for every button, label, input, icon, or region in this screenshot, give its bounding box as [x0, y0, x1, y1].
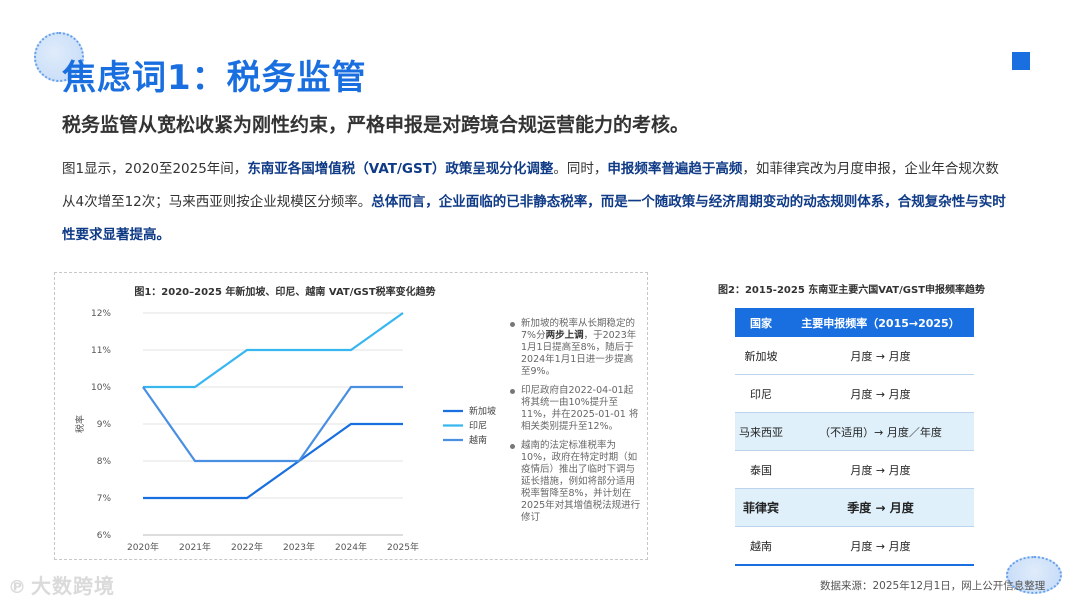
frequency-cell: 月度 → 月度 — [787, 526, 974, 566]
note-indonesia: 印尼政府自2022-04-01起将其统一由10%提升至11%，并在2025-01… — [507, 385, 642, 433]
table-header-frequency: 主要申报频率（2015→2025） — [787, 308, 974, 337]
y-tick-label: 8% — [97, 457, 112, 467]
decorative-square — [1012, 52, 1030, 70]
frequency-cell: （不适用）→ 月度／年度 — [787, 412, 974, 451]
x-tick-label: 2020年 — [127, 541, 159, 553]
legend-label: 新加坡 — [469, 405, 496, 417]
table-row: 泰国 月度 → 月度 — [735, 450, 974, 489]
note-highlight: 两步上调 — [545, 330, 584, 341]
y-tick-label: 7% — [97, 494, 112, 504]
country-cell: 印尼 — [735, 374, 787, 413]
country-cell: 新加坡 — [735, 337, 787, 375]
chart-notes: 新加坡的税率从长期稳定的7%分两步上调，于2023年1月1日提高至8%，随后于2… — [507, 318, 642, 531]
country-cell: 菲律宾 — [735, 488, 787, 527]
y-tick-label: 11% — [91, 346, 111, 356]
filing-frequency-table: 国家 主要申报频率（2015→2025） 新加坡 月度 → 月度 印尼 月度 → 月… — [735, 308, 974, 566]
note-vietnam: 越南的法定标准税率为10%，政府在特定时期（如疫情后）推出了临时下调与延长措施，… — [507, 440, 642, 524]
body-text-1: 图1显示，2020至2025年间， — [62, 161, 248, 177]
y-tick-label: 9% — [97, 420, 112, 430]
frequency-cell: 季度 → 月度 — [787, 488, 974, 527]
frequency-cell: 月度 → 月度 — [787, 450, 974, 489]
y-axis-label: 税率 — [74, 415, 86, 433]
table-row: 菲律宾 季度 → 月度 — [735, 488, 974, 527]
frequency-cell: 月度 → 月度 — [787, 337, 974, 375]
country-cell: 泰国 — [735, 450, 787, 489]
table-header-row: 国家 主要申报频率（2015→2025） — [735, 308, 974, 337]
y-tick-label: 12% — [91, 309, 111, 319]
table-row: 新加坡 月度 → 月度 — [735, 337, 974, 375]
logo-icon: ℗ — [8, 577, 27, 598]
table-header-country: 国家 — [735, 308, 787, 337]
body-text-2: 。同时， — [553, 161, 608, 177]
body-paragraph: 图1显示，2020至2025年间，东南亚各国增值税（VAT/GST）政策呈现分化… — [62, 153, 1012, 252]
x-tick-label: 2021年 — [179, 541, 211, 553]
country-cell: 马来西亚 — [735, 412, 787, 451]
page-title: 焦虑词1：税务监管 — [62, 58, 367, 98]
y-tick-label: 10% — [91, 383, 111, 393]
chart-panel: 图1：2020–2025 年新加坡、印尼、越南 VAT/GST税率变化趋势 6%… — [54, 272, 648, 560]
x-tick-label: 2023年 — [283, 541, 315, 553]
legend-label: 印尼 — [469, 420, 487, 432]
y-tick-label: 6% — [97, 531, 112, 541]
logo-text: 大数跨境 — [31, 574, 115, 598]
data-source: 数据来源：2025年12月1日，网上公开信息整理 — [820, 580, 1046, 592]
body-highlight-1: 东南亚各国增值税（VAT/GST）政策呈现分化调整 — [247, 161, 554, 177]
country-cell: 越南 — [735, 526, 787, 566]
table-title: 图2：2015-2025 东南亚主要六国VAT/GST申报频率趋势 — [718, 285, 985, 296]
table-row: 越南 月度 → 月度 — [735, 526, 974, 566]
frequency-cell: 月度 → 月度 — [787, 374, 974, 413]
x-tick-label: 2024年 — [335, 541, 367, 553]
line-chart: 6% 7% 8% 9% 10% 11% 12% 税率 2020年 2021年 2022年 2023年 2… — [74, 309, 496, 553]
note-text: 越南的法定标准税率为10%，政府在特定时期（如疫情后）推出了临时下调与延长措施，… — [521, 440, 641, 523]
x-tick-label: 2025年 — [387, 541, 419, 553]
legend-label: 越南 — [469, 434, 487, 446]
brand-logo: ℗ 大数跨境 — [8, 570, 115, 599]
note-singapore: 新加坡的税率从长期稳定的7%分两步上调，于2023年1月1日提高至8%，随后于2… — [507, 318, 642, 378]
table-row: 印尼 月度 → 月度 — [735, 374, 974, 413]
x-tick-label: 2022年 — [231, 541, 263, 553]
note-text: 印尼政府自2022-04-01起将其统一由10%提升至11%，并在2025-01… — [521, 385, 639, 432]
table-row: 马来西亚 （不适用）→ 月度／年度 — [735, 412, 974, 451]
body-highlight-2: 申报频率普遍趋于高频 — [607, 161, 743, 177]
page-subtitle: 税务监管从宽松收紧为刚性约束，严格申报是对跨境合规运营能力的考核。 — [62, 114, 690, 136]
